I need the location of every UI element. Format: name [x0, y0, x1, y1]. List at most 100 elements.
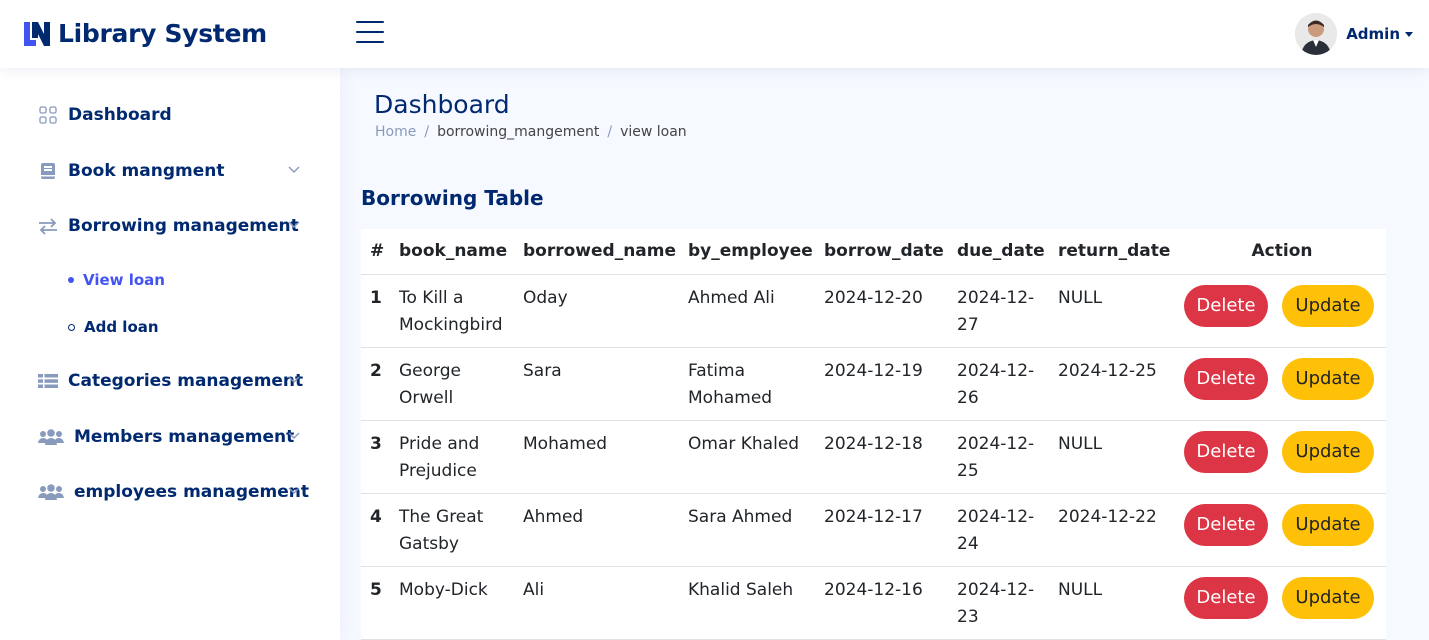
cell-book-name-line: Pride and — [399, 433, 480, 454]
column-header-number: # — [361, 229, 399, 275]
delete-button[interactable]: Delete — [1184, 576, 1268, 619]
sidebar-item-label: Dashboard — [68, 105, 172, 125]
breadcrumb: Home / borrowing_mangement / view loan — [375, 124, 687, 140]
cell-due-date-line: 23 — [957, 606, 979, 627]
chevron-down-icon — [288, 221, 300, 228]
cell-due-date-line: 27 — [957, 314, 979, 335]
cell-borrowed-name: Ahmed — [523, 493, 688, 567]
update-button[interactable]: Update — [1282, 430, 1374, 473]
cell-due-date-line: 26 — [957, 387, 979, 408]
sidebar-toggle-menu-icon[interactable] — [356, 21, 384, 47]
arrows-exchange-icon — [38, 216, 58, 236]
cell-book-name: The Great Gatsby — [399, 493, 523, 567]
update-button[interactable]: Update — [1282, 576, 1374, 619]
chevron-down-icon — [288, 376, 300, 383]
cell-by-employee-line: Mohamed — [688, 387, 773, 408]
cell-by-employee: Fatima Mohamed — [688, 347, 824, 421]
sidebar-item-label: Categories management — [68, 371, 304, 391]
sidebar: Dashboard Book mangment Borrowing manage… — [0, 68, 340, 640]
sidebar-item-dashboard[interactable]: Dashboard — [38, 100, 302, 130]
cell-action: Delete Update — [1178, 566, 1386, 640]
sidebar-subitem-label: View loan — [83, 271, 165, 289]
update-button[interactable]: Update — [1282, 357, 1374, 400]
profile-name: Admin — [1346, 25, 1400, 43]
cell-due-date-line: 2024-12- — [957, 579, 1035, 600]
breadcrumb-separator: / — [607, 124, 613, 140]
cell-action: Delete Update — [1178, 347, 1386, 421]
cell-number: 3 — [361, 420, 399, 494]
cell-number: 1 — [361, 274, 399, 348]
people-icon — [38, 482, 64, 502]
column-header-borrow-date: borrow_date — [824, 229, 957, 275]
cell-book-name-line: Prejudice — [399, 460, 477, 481]
cell-borrowed-name: Sara — [523, 347, 688, 421]
delete-button[interactable]: Delete — [1184, 503, 1268, 546]
avatar — [1295, 13, 1338, 55]
table-row: 4 The Great Gatsby Ahmed Sara Ahmed 2024-12-1… — [361, 493, 1386, 567]
cell-by-employee-line: Omar Khaled — [688, 433, 800, 454]
logo[interactable]: Library System — [22, 18, 267, 48]
app-title: Library System — [58, 18, 267, 48]
cell-due-date: 2024-12- 23 — [957, 566, 1058, 640]
cell-book-name: Pride and Prejudice — [399, 420, 523, 494]
cell-borrow-date: 2024-12-17 — [824, 493, 957, 567]
cell-return-date: NULL — [1058, 420, 1178, 494]
grid-icon — [38, 105, 58, 125]
breadcrumb-section[interactable]: borrowing_mangement — [437, 124, 599, 140]
sidebar-item-book-management[interactable]: Book mangment — [38, 156, 302, 186]
cell-number: 4 — [361, 493, 399, 567]
cell-book-name-line: George — [399, 360, 461, 381]
delete-button[interactable]: Delete — [1184, 357, 1268, 400]
column-header-borrowed-name: borrowed_name — [523, 229, 688, 275]
sidebar-item-borrowing-management[interactable]: Borrowing management — [38, 211, 302, 241]
sidebar-item-label: Book mangment — [68, 161, 225, 181]
table-header-row: # book_name borrowed_name by_employee bo… — [361, 229, 1386, 275]
delete-button[interactable]: Delete — [1184, 430, 1268, 473]
cell-book-name-line: To Kill a — [399, 287, 464, 308]
sidebar-item-employees-management[interactable]: employees management — [38, 477, 309, 507]
cell-number: 5 — [361, 566, 399, 640]
column-header-book-name: book_name — [399, 229, 523, 275]
cell-number: 2 — [361, 347, 399, 421]
table-row: 3 Pride and Prejudice Mohamed Omar Khaled 202… — [361, 420, 1386, 494]
sidebar-subitem-view-loan[interactable]: View loan — [68, 269, 165, 291]
circle-icon — [68, 323, 75, 331]
sidebar-item-members-management[interactable]: Members management — [38, 422, 302, 452]
profile-dropdown[interactable]: Admin — [1295, 13, 1413, 55]
cell-return-date: 2024-12-22 — [1058, 493, 1178, 567]
table-row: 1 To Kill a Mockingbird Oday Ahmed Ali 2024-1… — [361, 274, 1386, 348]
cell-action: Delete Update — [1178, 274, 1386, 348]
cell-borrow-date: 2024-12-18 — [824, 420, 957, 494]
cell-book-name: To Kill a Mockingbird — [399, 274, 523, 348]
cell-book-name-line: Gatsby — [399, 533, 459, 554]
delete-button[interactable]: Delete — [1184, 284, 1268, 327]
chevron-down-icon — [288, 166, 300, 173]
update-button[interactable]: Update — [1282, 284, 1374, 327]
breadcrumb-home[interactable]: Home — [375, 124, 416, 140]
people-icon — [38, 427, 64, 447]
cell-borrow-date: 2024-12-16 — [824, 566, 957, 640]
sidebar-item-label: Borrowing management — [68, 216, 299, 236]
breadcrumb-current: view loan — [620, 124, 687, 140]
cell-due-date: 2024-12- 27 — [957, 274, 1058, 348]
sidebar-item-label: employees management — [74, 482, 310, 502]
cell-by-employee: Khalid Saleh — [688, 566, 824, 640]
cell-borrow-date: 2024-12-20 — [824, 274, 957, 348]
sidebar-subitem-add-loan[interactable]: Add loan — [68, 316, 159, 338]
cell-borrow-date: 2024-12-19 — [824, 347, 957, 421]
page-title: Dashboard — [374, 90, 510, 119]
cell-due-date-line: 2024-12- — [957, 506, 1035, 527]
cell-due-date-line: 2024-12- — [957, 433, 1035, 454]
sidebar-item-categories-management[interactable]: Categories management — [38, 366, 304, 396]
cell-by-employee-line: Ahmed Ali — [688, 287, 775, 308]
logo-icon — [24, 22, 50, 46]
update-button[interactable]: Update — [1282, 503, 1374, 546]
column-header-by-employee: by_employee — [688, 229, 824, 275]
cell-borrowed-name: Oday — [523, 274, 688, 348]
cell-due-date: 2024-12- 26 — [957, 347, 1058, 421]
cell-by-employee-line: Sara Ahmed — [688, 506, 793, 527]
cell-by-employee-line: Fatima — [688, 360, 746, 381]
active-dot-icon — [68, 277, 74, 283]
cell-book-name-line: Moby-Dick — [399, 579, 488, 600]
sidebar-subitem-label: Add loan — [84, 318, 159, 336]
